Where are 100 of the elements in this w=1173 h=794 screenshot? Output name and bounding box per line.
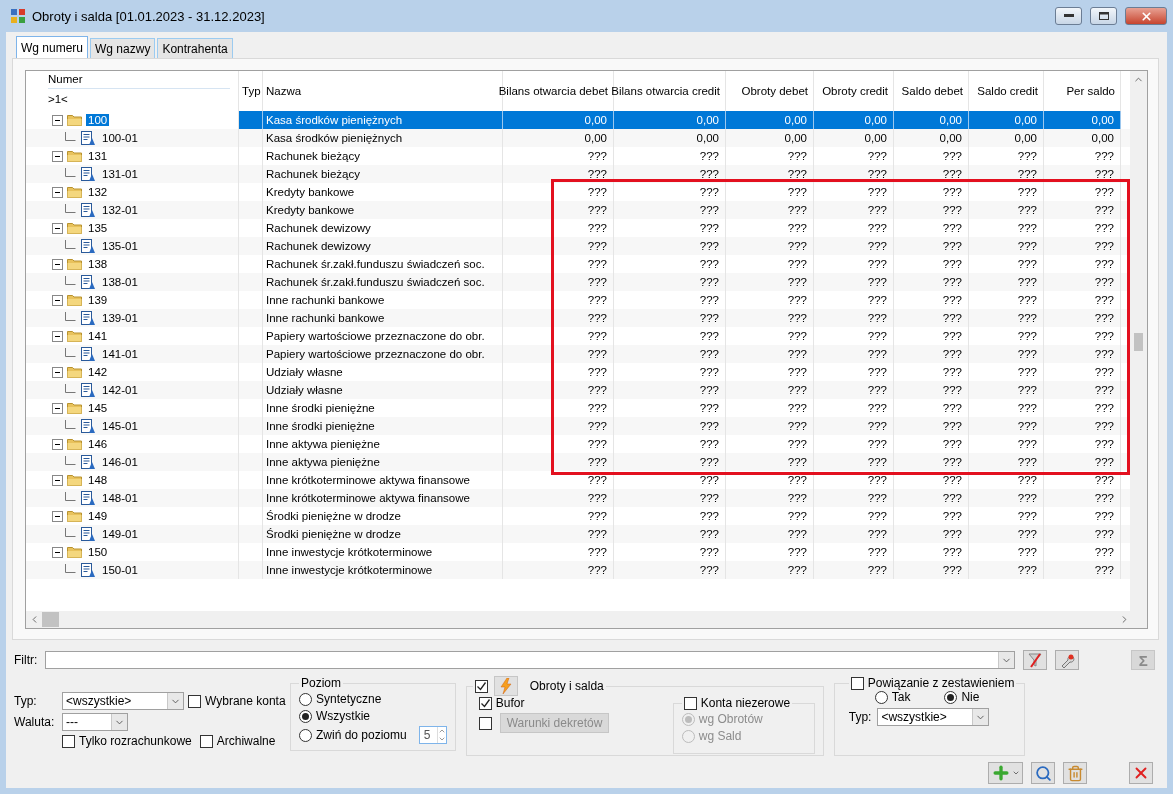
collapse-icon[interactable] <box>52 258 63 270</box>
option-checkbox[interactable]: Tylko rozrachunkowe <box>62 734 192 748</box>
collapse-icon[interactable] <box>52 186 63 198</box>
spin-arrows-icon[interactable] <box>436 727 446 743</box>
account-number[interactable]: 141-01 <box>100 348 140 360</box>
account-number[interactable]: 146 <box>86 438 110 450</box>
account-number[interactable]: 132-01 <box>100 204 140 216</box>
tree-line <box>64 456 76 468</box>
search-icon <box>1034 764 1052 782</box>
account-number[interactable]: 146-01 <box>100 456 140 468</box>
account-number[interactable]: 145-01 <box>100 420 140 432</box>
table-row[interactable]: 100-01 Kasa środków pieniężnych 0,00 0,00 0,00 0,00 0,00 0,00 0,00 <box>26 129 1130 147</box>
folder-icon <box>67 546 82 558</box>
vertical-scrollbar[interactable] <box>1130 71 1147 611</box>
add-button[interactable] <box>988 762 1023 784</box>
selected-accounts-checkbox[interactable]: Wybrane konta <box>188 694 286 708</box>
close-button[interactable] <box>1129 762 1153 784</box>
table-cell: ??? <box>969 561 1044 579</box>
table-cell: 0,00 <box>614 111 726 129</box>
currency-dropdown[interactable]: --- <box>62 713 128 731</box>
search-button[interactable] <box>1031 762 1055 784</box>
document-icon <box>80 490 96 506</box>
account-number[interactable]: 131 <box>86 150 110 162</box>
number-filter[interactable]: >1< <box>48 89 230 105</box>
account-number[interactable]: 100-01 <box>100 132 140 144</box>
account-number[interactable]: 139 <box>86 294 110 306</box>
collapse-icon[interactable] <box>52 330 63 342</box>
table-row[interactable]: 135-01 Rachunek dewizowy ??? ??? ??? ??? ??? ??? ??? <box>26 237 1130 255</box>
collapse-icon[interactable] <box>52 294 63 306</box>
horizontal-scrollbar[interactable] <box>26 611 1147 628</box>
lightning-button[interactable] <box>493 676 518 696</box>
account-number[interactable]: 138 <box>86 258 110 270</box>
collapse-icon[interactable] <box>52 366 63 378</box>
level-spinner[interactable]: 5 <box>418 726 447 744</box>
clear-filter-button[interactable] <box>1023 650 1048 670</box>
radio-option[interactable]: Wszystkie <box>299 709 370 723</box>
account-number[interactable]: 145 <box>86 402 110 414</box>
account-number[interactable]: 142-01 <box>100 384 140 396</box>
account-number[interactable]: 139-01 <box>100 312 140 324</box>
spinner-value: 5 <box>423 728 431 742</box>
collapse-icon[interactable] <box>52 546 63 558</box>
close-button[interactable] <box>1125 7 1167 25</box>
account-number[interactable]: 148 <box>86 474 110 486</box>
collapse-icon[interactable] <box>52 150 63 162</box>
scroll-thumb[interactable] <box>42 612 59 627</box>
maximize-button[interactable] <box>1090 7 1117 25</box>
account-number[interactable]: 148-01 <box>100 492 140 504</box>
account-number[interactable]: 131-01 <box>100 168 140 180</box>
scroll-thumb[interactable] <box>1134 333 1143 351</box>
collapse-icon[interactable] <box>52 114 63 126</box>
table-row[interactable]: 149-01 Środki pieniężne w drodze ??? ??? ??? ??? ??? ??? ??? <box>26 525 1130 543</box>
account-number[interactable]: 150-01 <box>100 564 140 576</box>
radio-option[interactable]: Tak <box>874 690 911 704</box>
account-number[interactable]: 100 <box>86 114 110 126</box>
account-number[interactable]: 149-01 <box>100 528 140 540</box>
turnover-checkbox[interactable] <box>474 679 488 693</box>
account-number[interactable]: 132 <box>86 186 110 198</box>
caret-icon[interactable] <box>1012 769 1020 777</box>
table-cell: ??? <box>503 561 614 579</box>
type-dropdown[interactable]: <wszystkie> <box>877 708 990 726</box>
table-row[interactable]: 142-01 Udziały własne ??? ??? ??? ??? ??? ??? ??? <box>26 381 1130 399</box>
account-number[interactable]: 141 <box>86 330 110 342</box>
table-row[interactable]: 145-01 Inne środki pieniężne ??? ??? ??? ??? ??? ??? ??? <box>26 417 1130 435</box>
radio-option[interactable]: Zwiń do poziomu <box>299 728 407 742</box>
table-row[interactable]: 141-01 Papiery wartościowe przeznaczone do obr. ??? ??? ??? ??? ??? ??? ??? <box>26 345 1130 363</box>
filter-field[interactable] <box>45 651 1016 669</box>
radio-option[interactable]: Syntetyczne <box>299 692 382 706</box>
account-number[interactable]: 149 <box>86 510 110 522</box>
table-row[interactable]: 150-01 Inne inwestycje krótkoterminowe ??? ??? ??? ??? ??? ??? ??? <box>26 561 1130 579</box>
collapse-icon[interactable] <box>52 474 63 486</box>
account-number[interactable]: 150 <box>86 546 110 558</box>
tab[interactable]: Wg numeru <box>16 36 89 58</box>
column-header[interactable]: Numer <box>48 73 230 89</box>
group-title: Poziom <box>300 676 342 690</box>
nonzero-checkbox[interactable]: Konta niezerowe <box>683 696 791 710</box>
collapse-icon[interactable] <box>52 438 63 450</box>
table-row[interactable]: 139-01 Inne rachunki bankowe ??? ??? ??? ??? ??? ??? ??? <box>26 309 1130 327</box>
delete-button[interactable] <box>1063 762 1087 784</box>
option-checkbox[interactable]: Archiwalne <box>199 734 276 748</box>
account-number[interactable]: 135 <box>86 222 110 234</box>
link-checkbox[interactable]: Powiązanie z zestawieniem <box>850 676 1015 690</box>
account-number[interactable]: 142 <box>86 366 110 378</box>
dropdown-value: <wszystkie> <box>66 694 132 708</box>
tab[interactable]: Kontrahenta <box>157 38 233 58</box>
collapse-icon[interactable] <box>52 402 63 414</box>
table-row[interactable]: 138-01 Rachunek śr.zakł.funduszu świadczeń soc. ??? ??? ??? ??? ??? ??? ??? <box>26 273 1130 291</box>
table-cell: 0,00 <box>969 111 1044 129</box>
trash-icon <box>1066 764 1084 782</box>
bufor-checkbox[interactable]: Bufor <box>478 696 659 710</box>
table-row[interactable]: 148-01 Inne krótkoterminowe aktywa finansowe ??? ??? ??? ??? ??? ??? ??? <box>26 489 1130 507</box>
collapse-icon[interactable] <box>52 222 63 234</box>
collapse-icon[interactable] <box>52 510 63 522</box>
type-dropdown[interactable]: <wszystkie> <box>62 692 184 710</box>
account-number[interactable]: 138-01 <box>100 276 140 288</box>
minimize-button[interactable] <box>1055 7 1082 25</box>
table-row[interactable]: 132-01 Kredyty bankowe ??? ??? ??? ??? ??? ??? ??? <box>26 201 1130 219</box>
radio-option[interactable]: Nie <box>944 690 980 704</box>
account-number[interactable]: 135-01 <box>100 240 140 252</box>
tab[interactable]: Wg nazwy <box>90 38 156 58</box>
wrench-button[interactable] <box>1055 650 1080 670</box>
